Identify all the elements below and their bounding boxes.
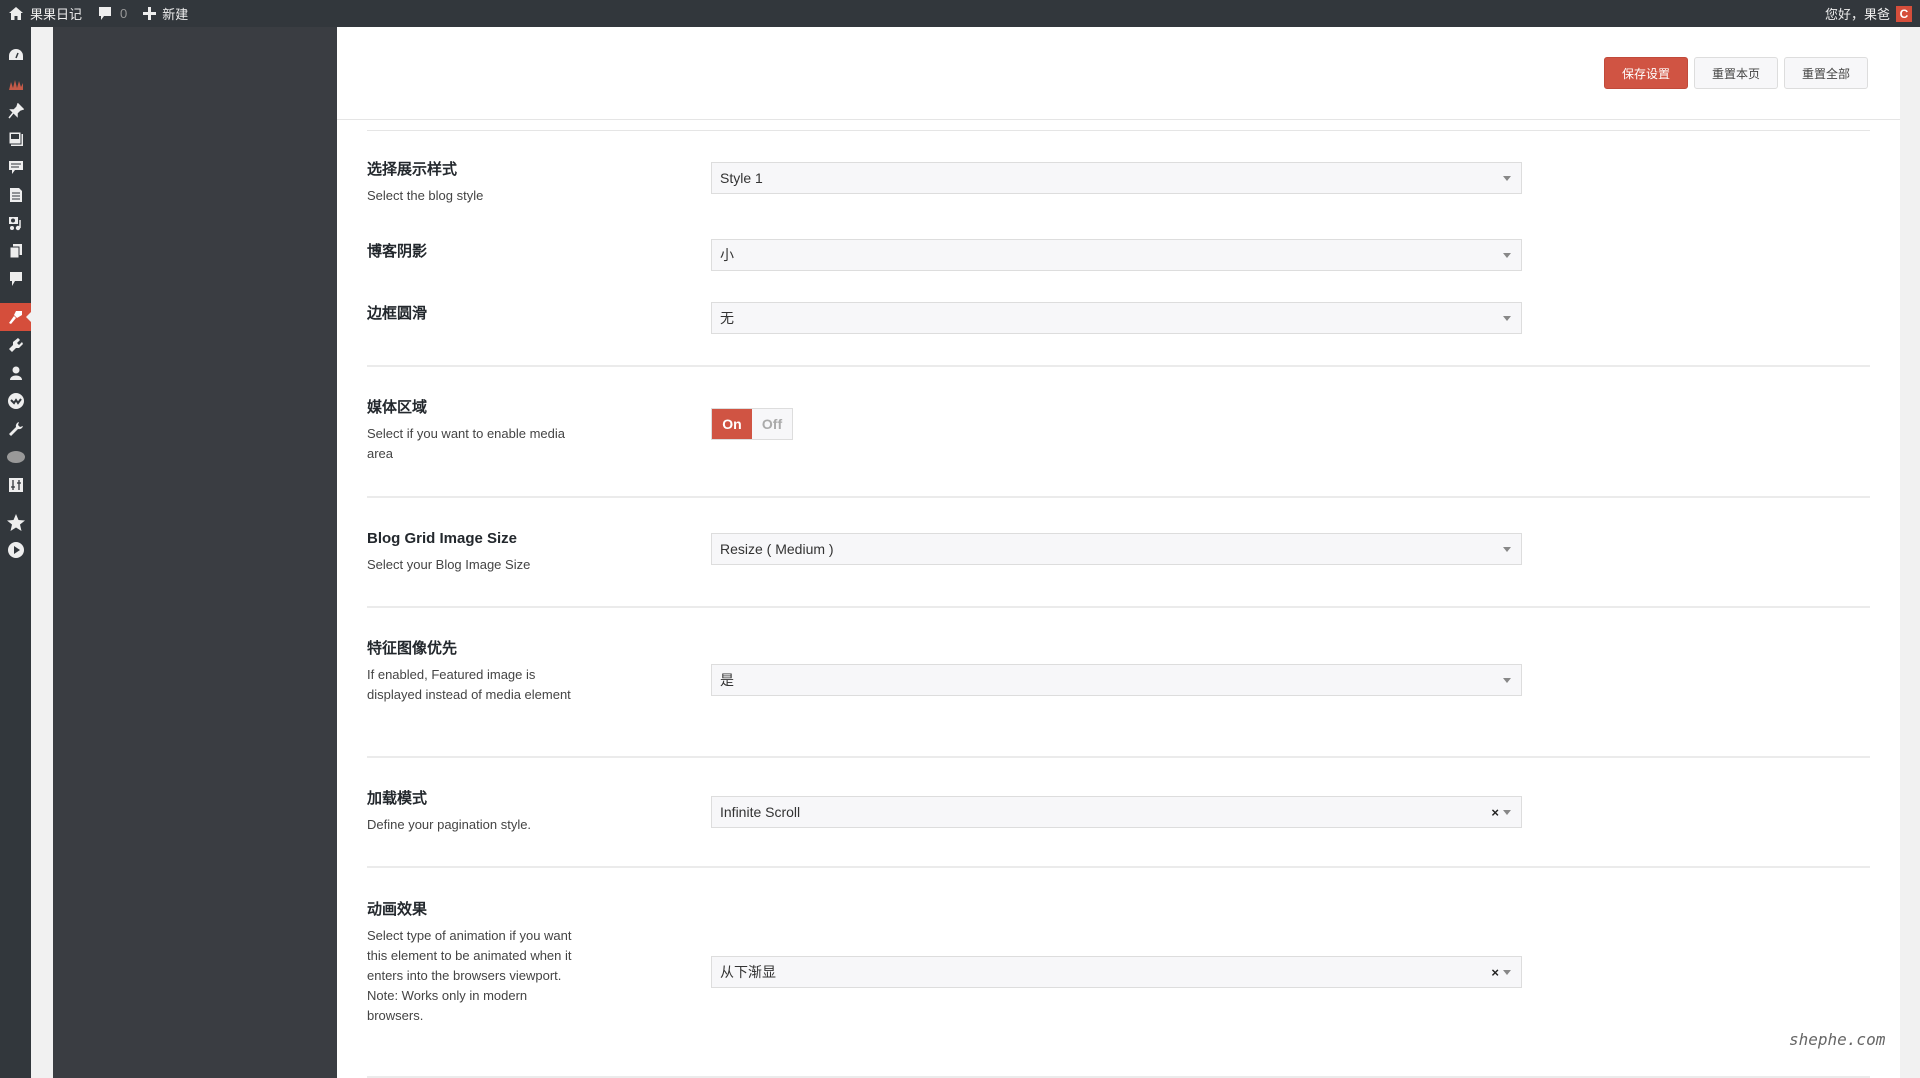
setting-desc: If enabled, Featured image is displayed …	[367, 667, 571, 702]
badge-check-icon[interactable]	[0, 387, 31, 415]
featured-priority-select[interactable]: 是	[711, 664, 1522, 696]
setting-desc: Select your Blog Image Size	[367, 557, 531, 572]
media-area-toggle[interactable]: On Off	[711, 408, 793, 440]
select-value: 从下渐显	[720, 964, 776, 980]
setting-title: 动画效果	[367, 901, 428, 918]
select-value: 无	[720, 310, 734, 326]
site-name-link[interactable]: 果果日记	[0, 0, 90, 27]
clear-icon[interactable]: ×	[1491, 965, 1499, 980]
row-divider	[367, 866, 1870, 868]
new-label: 新建	[162, 7, 189, 22]
new-content-link[interactable]: 新建	[135, 0, 196, 27]
chevron-down-icon	[1503, 316, 1511, 321]
row-divider	[367, 756, 1870, 758]
play-icon[interactable]	[0, 536, 31, 564]
clear-icon[interactable]: ×	[1491, 805, 1499, 820]
header-actions: 保存设置 重置本页 重置全部	[1604, 57, 1868, 89]
menu-collapse-strip	[31, 27, 53, 1078]
animation-select[interactable]: 从下渐显 ×	[711, 956, 1522, 988]
comment-bubble-icon	[99, 7, 112, 20]
posts-pin-icon[interactable]	[0, 97, 31, 125]
cloud-icon[interactable]	[0, 443, 31, 471]
chevron-down-icon	[1503, 810, 1511, 815]
star-icon[interactable]	[0, 508, 31, 536]
select-value: Resize ( Medium )	[720, 541, 834, 557]
setting-title: 选择展示样式	[367, 161, 458, 178]
greeting: 您好，果爸	[1824, 7, 1890, 22]
home-icon	[9, 7, 23, 20]
reset-all-button[interactable]: 重置全部	[1784, 57, 1868, 89]
comments-link[interactable]: 0	[90, 0, 135, 27]
options-sidebar-panel	[53, 27, 337, 1078]
avatar: C	[1896, 5, 1912, 22]
setting-title: 特征图像优先	[367, 640, 458, 657]
admin-menu	[0, 27, 31, 1078]
setting-title: Blog Grid Image Size	[367, 530, 518, 547]
admin-bar: 果果日记 0 新建 您好，果爸 C	[0, 0, 1920, 27]
select-value: Infinite Scroll	[720, 804, 801, 820]
media-library-icon[interactable]	[0, 209, 31, 237]
options-main-panel: 保存设置 重置本页 重置全部 选择展示样式 Select the blog st…	[337, 27, 1900, 1078]
plugins-icon[interactable]	[0, 331, 31, 359]
dashboard-icon[interactable]	[0, 41, 31, 69]
border-radius-select[interactable]: 无	[711, 302, 1522, 334]
copies-icon[interactable]	[0, 237, 31, 265]
feedback-icon[interactable]	[0, 265, 31, 293]
section-divider	[367, 130, 1870, 131]
row-divider	[367, 496, 1870, 498]
toggle-on[interactable]: On	[712, 409, 752, 439]
comments-count: 0	[120, 6, 128, 21]
settings-sliders-icon[interactable]	[0, 471, 31, 499]
pages-icon[interactable]	[0, 181, 31, 209]
right-gutter	[1900, 27, 1920, 1078]
setting-desc: Select type of animation if you want thi…	[367, 928, 572, 1023]
comments-list-icon[interactable]	[0, 153, 31, 181]
watermark: shephe.com	[1789, 1030, 1886, 1049]
select-value: 小	[720, 247, 734, 263]
chevron-down-icon	[1503, 970, 1511, 975]
reset-page-button[interactable]: 重置本页	[1694, 57, 1778, 89]
select-value: 是	[720, 672, 734, 688]
setting-title: 博客阴影	[367, 243, 428, 260]
row-divider	[367, 365, 1870, 367]
header-divider	[337, 119, 1900, 120]
grid-image-size-select[interactable]: Resize ( Medium )	[711, 533, 1522, 565]
setting-title: 边框圆滑	[367, 305, 428, 322]
chevron-down-icon	[1503, 176, 1511, 181]
pagination-select[interactable]: Infinite Scroll ×	[711, 796, 1522, 828]
select-value: Style 1	[720, 170, 763, 186]
appearance-brush-icon[interactable]	[0, 303, 31, 331]
save-settings-button[interactable]: 保存设置	[1604, 57, 1688, 89]
chevron-down-icon	[1503, 547, 1511, 552]
account-menu[interactable]: 您好，果爸 C	[1825, 0, 1912, 27]
setting-title: 媒体区域	[367, 399, 428, 416]
setting-title: 加载模式	[367, 790, 428, 807]
row-divider	[367, 606, 1870, 608]
site-name: 果果日记	[30, 7, 83, 22]
chevron-down-icon	[1503, 253, 1511, 258]
toggle-off[interactable]: Off	[752, 409, 792, 439]
blog-style-select[interactable]: Style 1	[711, 162, 1522, 194]
users-icon[interactable]	[0, 359, 31, 387]
setting-desc: Select the blog style	[367, 188, 484, 203]
setting-desc: Select if you want to enable media area	[367, 426, 566, 461]
stats-icon[interactable]	[0, 70, 31, 98]
chevron-down-icon	[1503, 678, 1511, 683]
tools-wrench-icon[interactable]	[0, 415, 31, 443]
media-gallery-icon[interactable]	[0, 125, 31, 153]
setting-desc: Define your pagination style.	[367, 817, 532, 832]
plus-icon	[143, 7, 157, 20]
blog-shadow-select[interactable]: 小	[711, 239, 1522, 271]
